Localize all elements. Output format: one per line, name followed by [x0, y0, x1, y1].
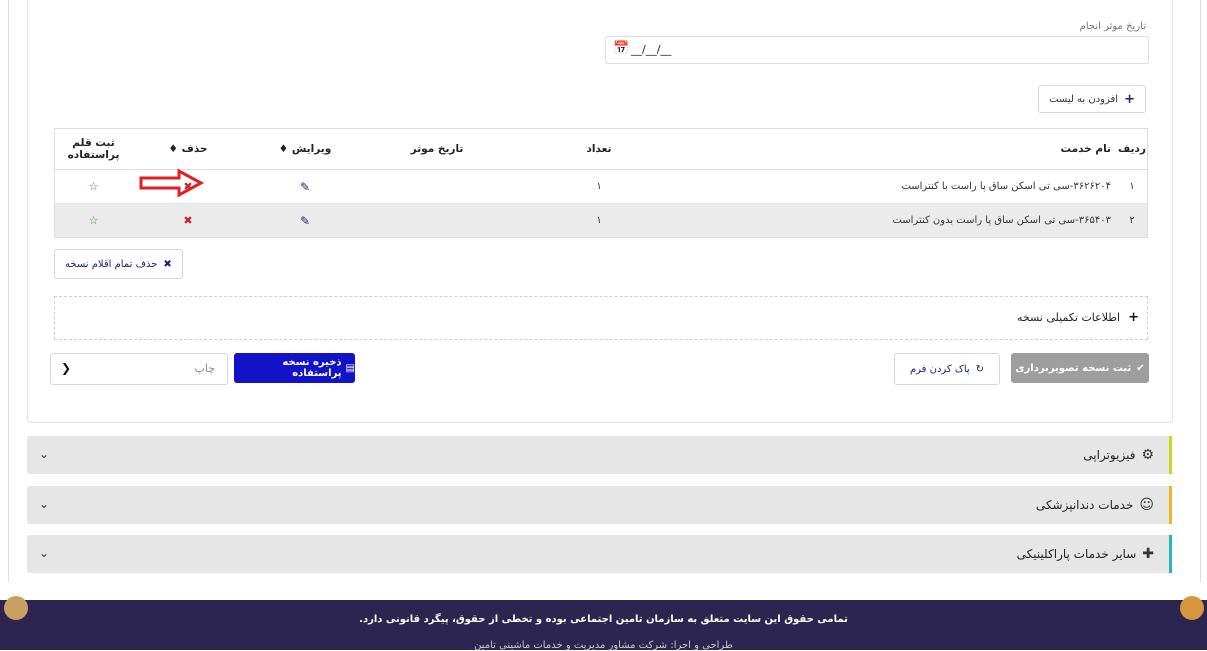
- table-row: ۲ ۳۶۵۴۰۳-سی تی اسکن ساق پا راست بدون کنت…: [54, 203, 1148, 238]
- header-date: تاریخ موثر: [366, 128, 508, 170]
- row-idx: ۲: [1117, 203, 1148, 238]
- header-edit[interactable]: ویرایش ♦: [244, 128, 366, 170]
- header-reg: ثبت قلم پراستفاده: [54, 128, 132, 170]
- plus-icon: +: [1124, 91, 1135, 107]
- row-name: ۳۶۵۴۰۳-سی تی اسکن ساق پا راست بدون کنترا…: [690, 203, 1117, 238]
- header-count: تعداد: [508, 128, 690, 170]
- extra-info-section[interactable]: + اطلاعات تکمیلی نسخه: [54, 296, 1148, 340]
- accordion-accent-bar: [1169, 436, 1172, 474]
- edit-pencil-icon[interactable]: ✎: [300, 214, 310, 228]
- footer-credit: طراحی و اجرا: شرکت مشاور مدیریت و خدمات …: [474, 640, 733, 651]
- medical-cross-icon: ✚: [1142, 546, 1154, 562]
- delete-x-icon[interactable]: ✖: [183, 214, 192, 227]
- footer-copyright: تمامی حقوق این سایت متعلق به سازمان تامی…: [359, 614, 848, 625]
- save-frequent-label: ذخیره نسخه پراستفاده: [282, 357, 342, 379]
- red-arrow-icon: [139, 168, 205, 198]
- clear-form-label: پاک کردن فرم: [909, 363, 970, 375]
- chevron-down-icon: ⌄: [39, 447, 50, 461]
- close-icon: ✖: [163, 258, 172, 270]
- table-header-row: ردیف نام خدمت تعداد تاریخ موثر ویرایش ♦ …: [54, 128, 1148, 170]
- accordion-physiotherapy[interactable]: ⚙ فیزیوتراپی ⌄: [27, 436, 1172, 474]
- chevron-down-icon: ⌄: [39, 497, 50, 511]
- plus-icon: +: [1128, 310, 1139, 325]
- accordion-title: سایر خدمات پاراکلینیکی: [1016, 547, 1137, 561]
- row-idx: ۱: [1117, 169, 1148, 204]
- print-select[interactable]: ❯ چاپ: [50, 353, 228, 385]
- site-footer: تمامی حقوق این سایت متعلق به سازمان تامی…: [0, 600, 1207, 651]
- date-value: __/__/__: [631, 43, 672, 56]
- services-table: ردیف نام خدمت تعداد تاریخ موثر ویرایش ♦ …: [54, 128, 1148, 238]
- chevron-down-icon: ⌄: [39, 546, 50, 560]
- print-select-value: چاپ: [194, 362, 215, 375]
- extra-info-label: اطلاعات تکمیلی نسخه: [1016, 311, 1121, 324]
- accordion-title: خدمات دندانپزشکی: [1035, 498, 1134, 512]
- dentist-icon: ☺: [1139, 497, 1154, 513]
- calendar-icon[interactable]: 📅: [613, 41, 629, 56]
- submit-imaging-prescription-button[interactable]: ✔ ثبت نسخه تصویربرداری: [1011, 353, 1149, 383]
- physiotherapy-icon: ⚙: [1141, 447, 1154, 463]
- date-label: تاریخ موثر انجام: [1079, 21, 1146, 32]
- favorite-star-icon[interactable]: ☆: [89, 214, 99, 227]
- table-row: ۱ ۳۶۲۶۲۰۴-سی تی اسکن ساق پا راست با کنتر…: [54, 169, 1148, 204]
- row-count: ۱: [508, 169, 690, 204]
- chat-bubble-icon[interactable]: [4, 596, 28, 620]
- add-to-list-label: افزودن به لیست: [1049, 93, 1119, 105]
- delete-all-label: حذف تمام اقلام نسخه: [65, 258, 158, 270]
- accordion-paraclinical[interactable]: ✚ سایر خدمات پاراکلینیکی ⌄: [27, 535, 1172, 573]
- accordion-accent-bar: [1169, 535, 1172, 573]
- accordion-dental[interactable]: ☺ خدمات دندانپزشکی ⌄: [27, 486, 1172, 524]
- submit-imaging-label: ثبت نسخه تصویربرداری: [1015, 362, 1132, 374]
- row-count: ۱: [508, 203, 690, 238]
- effective-date-input[interactable]: 📅 __/__/__: [605, 36, 1149, 64]
- prescription-card: تاریخ موثر انجام 📅 __/__/__ + افزودن به …: [27, 0, 1173, 423]
- header-name: نام خدمت: [690, 128, 1117, 170]
- save-frequent-prescription-button[interactable]: ▤ ذخیره نسخه پراستفاده: [234, 353, 355, 383]
- clear-form-button[interactable]: ↻ پاک کردن فرم: [894, 353, 1000, 385]
- header-idx: ردیف: [1117, 128, 1148, 170]
- favorite-star-icon[interactable]: ☆: [89, 180, 99, 193]
- row-name: ۳۶۲۶۲۰۴-سی تی اسکن ساق پا راست با کنتراس…: [690, 169, 1117, 204]
- add-to-list-button[interactable]: + افزودن به لیست: [1038, 85, 1146, 113]
- accordion-title: فیزیوتراپی: [1083, 448, 1136, 462]
- save-icon: ▤: [345, 362, 355, 374]
- accordion-accent-bar: [1169, 486, 1172, 524]
- edit-pencil-icon[interactable]: ✎: [300, 180, 310, 194]
- delete-all-items-button[interactable]: ✖ حذف تمام اقلام نسخه: [54, 249, 183, 279]
- row-date: [366, 203, 508, 238]
- check-icon: ✔: [1136, 362, 1145, 374]
- header-del[interactable]: حذف ♦: [132, 128, 244, 170]
- row-date: [366, 169, 508, 204]
- refresh-icon: ↻: [975, 363, 985, 375]
- chevron-down-icon: ❯: [61, 361, 72, 375]
- support-bubble-icon[interactable]: [1180, 596, 1204, 620]
